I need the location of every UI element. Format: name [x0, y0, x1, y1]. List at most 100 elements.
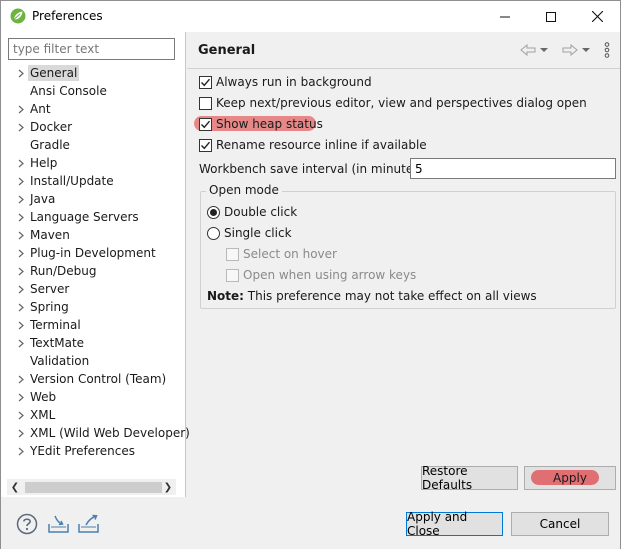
tree-item-terminal[interactable]: Terminal [14, 316, 83, 334]
tree-item-xml[interactable]: XML [14, 406, 57, 424]
tree-item-label: Maven [30, 228, 70, 242]
scroll-thumb[interactable] [25, 482, 162, 493]
cancel-button[interactable]: Cancel [511, 512, 609, 536]
tree-item-java[interactable]: Java [14, 190, 57, 208]
expand-arrow-icon[interactable] [14, 262, 28, 280]
minimize-icon [500, 16, 510, 17]
expand-arrow-icon[interactable] [14, 226, 28, 244]
tree-item-ant[interactable]: Ant [14, 100, 53, 118]
spring-leaf-icon [10, 8, 26, 24]
tree-item-spring[interactable]: Spring [14, 298, 71, 316]
tree-item-label: TextMate [30, 336, 85, 350]
cancel-label: Cancel [539, 517, 581, 531]
back-dropdown-icon[interactable] [540, 44, 548, 56]
expand-arrow-icon[interactable] [14, 208, 28, 226]
tree-item-validation[interactable]: Validation [14, 352, 91, 370]
expand-arrow-icon[interactable] [14, 334, 28, 352]
apply-and-close-label: Apply and Close [407, 510, 468, 538]
always-run-checkbox[interactable]: Always run in background [199, 73, 372, 91]
tree-item-label: General [28, 65, 80, 81]
tree-item-label: Validation [30, 354, 90, 368]
tree-item-textmate[interactable]: TextMate [14, 334, 86, 352]
expand-arrow-icon[interactable] [14, 172, 28, 190]
tree-item-install-update[interactable]: Install/Update [14, 172, 116, 190]
checkbox-unchecked-icon[interactable] [199, 96, 212, 110]
expand-arrow-icon[interactable] [14, 244, 28, 262]
tree-item-run-debug[interactable]: Run/Debug [14, 262, 99, 280]
apply-and-close-button[interactable]: Apply and Close [406, 510, 503, 538]
expand-arrow-icon[interactable] [14, 154, 28, 172]
close-icon [591, 11, 603, 22]
open-mode-note: Note: This preference may not take effec… [207, 287, 537, 305]
tree-item-label: Install/Update [30, 174, 114, 188]
expand-arrow-icon[interactable] [14, 370, 28, 388]
single-click-radio[interactable]: Single click [207, 224, 292, 242]
tree-item-general[interactable]: General [14, 64, 80, 82]
window-title: Preferences [32, 9, 103, 23]
horizontal-scrollbar[interactable]: ❮ ❯ [7, 479, 176, 495]
maximize-button[interactable] [528, 1, 574, 32]
rename-inline-checkbox[interactable]: Rename resource inline if available [199, 136, 427, 154]
single-click-label: Single click [224, 226, 292, 240]
forward-dropdown-icon[interactable] [582, 44, 590, 56]
tree-item-version-control-team[interactable]: Version Control (Team) [14, 370, 168, 388]
double-click-radio[interactable]: Double click [207, 203, 297, 221]
tree-item-xml-wild-web-developer[interactable]: XML (Wild Web Developer) [14, 424, 192, 442]
import-icon[interactable] [47, 513, 71, 535]
tree-item-ansi-console[interactable]: Ansi Console [14, 82, 109, 100]
apply-label: Apply [553, 471, 587, 485]
expand-arrow-icon[interactable] [14, 442, 28, 460]
expand-arrow-icon[interactable] [14, 190, 28, 208]
checkbox-checked-icon[interactable] [199, 138, 212, 152]
tree-item-maven[interactable]: Maven [14, 226, 72, 244]
checkbox-disabled-icon[interactable] [226, 268, 239, 282]
page-title: General [198, 43, 256, 58]
expand-arrow-icon[interactable] [14, 118, 28, 136]
open-arrow-keys-checkbox[interactable]: Open when using arrow keys [226, 266, 416, 284]
tree-item-docker[interactable]: Docker [14, 118, 74, 136]
restore-defaults-button[interactable]: Restore Defaults [421, 464, 518, 492]
save-interval-input[interactable] [410, 158, 616, 179]
open-mode-title: Open mode [206, 183, 282, 197]
expand-arrow-icon[interactable] [14, 298, 28, 316]
show-heap-status-checkbox[interactable]: Show heap status [199, 115, 323, 133]
radio-selected-icon[interactable] [207, 205, 220, 219]
tree-item-web[interactable]: Web [14, 388, 58, 406]
save-interval-label: Workbench save interval (in minutes): [199, 162, 429, 176]
tree-item-gradle[interactable]: Gradle [14, 136, 72, 154]
tree-item-language-servers[interactable]: Language Servers [14, 208, 141, 226]
close-button[interactable] [574, 1, 620, 32]
show-heap-status-label: Show heap status [216, 117, 323, 131]
view-menu-icon[interactable] [604, 42, 610, 58]
tree-item-yedit-preferences[interactable]: YEdit Preferences [14, 442, 137, 460]
expand-arrow-icon[interactable] [14, 424, 28, 442]
tree-item-help[interactable]: Help [14, 154, 59, 172]
select-on-hover-checkbox[interactable]: Select on hover [226, 245, 337, 263]
tree-item-label: Web [30, 390, 57, 404]
minimize-button[interactable] [482, 1, 528, 32]
scroll-right-arrow-icon[interactable]: ❯ [161, 480, 175, 494]
help-icon[interactable] [16, 513, 40, 535]
keep-dialog-open-checkbox[interactable]: Keep next/previous editor, view and pers… [199, 94, 587, 112]
radio-unselected-icon[interactable] [207, 226, 220, 240]
forward-arrow-icon[interactable] [562, 44, 578, 56]
checkbox-disabled-icon[interactable] [226, 247, 239, 261]
scroll-left-arrow-icon[interactable]: ❮ [8, 480, 22, 494]
expand-arrow-icon[interactable] [14, 64, 28, 82]
restore-defaults-label: Restore Defaults [422, 464, 473, 492]
expand-arrow-icon[interactable] [14, 100, 28, 118]
filter-input[interactable] [8, 38, 175, 60]
export-icon[interactable] [77, 513, 101, 535]
expand-arrow-icon[interactable] [14, 388, 28, 406]
checkbox-checked-icon[interactable] [199, 117, 212, 131]
back-arrow-icon[interactable] [520, 44, 536, 56]
tree-item-plug-in-development[interactable]: Plug-in Development [14, 244, 158, 262]
expand-arrow-icon[interactable] [14, 406, 28, 424]
expand-arrow-icon[interactable] [14, 280, 28, 298]
double-click-label: Double click [224, 205, 298, 219]
tree-item-server[interactable]: Server [14, 280, 71, 298]
checkbox-checked-icon[interactable] [199, 75, 212, 89]
tree-item-label: XML (Wild Web Developer) [30, 426, 190, 440]
expand-arrow-icon[interactable] [14, 316, 28, 334]
navigation-toolbar [520, 42, 610, 58]
